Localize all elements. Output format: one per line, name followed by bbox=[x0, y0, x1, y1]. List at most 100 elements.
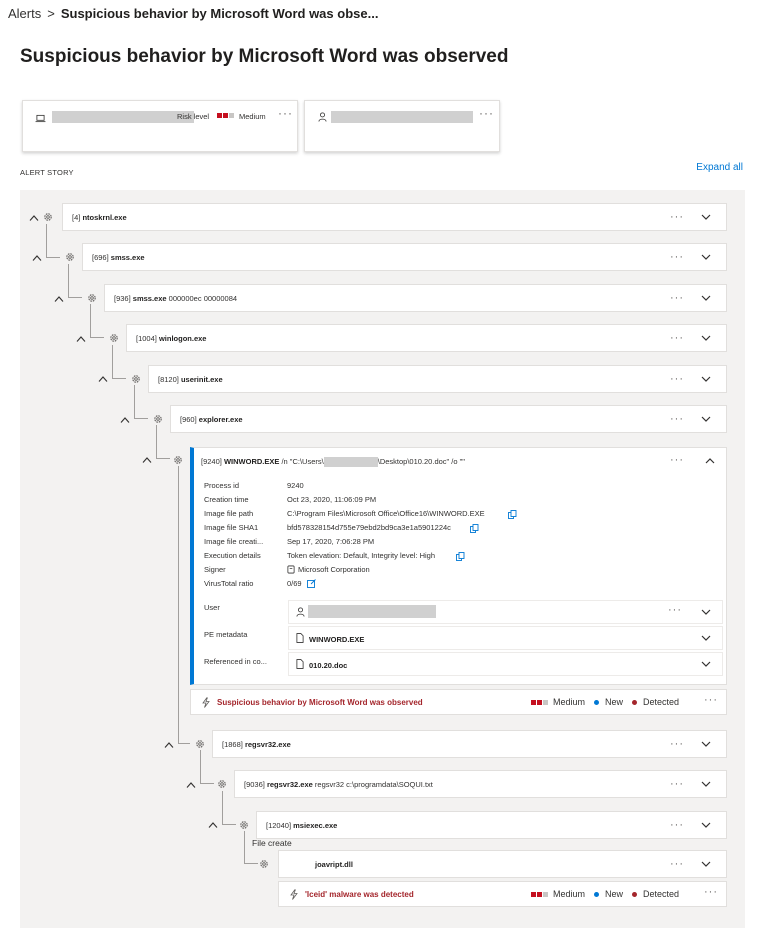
chevron-down-icon[interactable] bbox=[700, 413, 712, 425]
process-gear-icon bbox=[153, 414, 163, 424]
user-card[interactable]: ··· bbox=[304, 100, 500, 152]
chevron-down-icon[interactable] bbox=[700, 211, 712, 223]
chevron-up-icon[interactable] bbox=[704, 455, 716, 467]
process-title: [936] smss.exe 000000ec 00000084 bbox=[114, 294, 238, 303]
process-gear-icon bbox=[131, 374, 141, 384]
copy-icon[interactable] bbox=[470, 524, 479, 533]
process-gear-icon bbox=[65, 252, 75, 262]
collapse-icon[interactable] bbox=[29, 214, 39, 222]
chevron-down-icon[interactable] bbox=[700, 738, 712, 750]
process-node-regsvr32-child[interactable]: [9036] regsvr32.exe regsvr32 c:\programd… bbox=[234, 770, 727, 798]
collapse-icon[interactable] bbox=[120, 416, 130, 424]
chevron-down-icon[interactable] bbox=[700, 332, 712, 344]
process-node-msiexec[interactable]: [12040] msiexec.exe ··· bbox=[256, 811, 727, 839]
chevron-down-icon[interactable] bbox=[700, 292, 712, 304]
collapse-icon[interactable] bbox=[76, 335, 86, 343]
detail-value: Token elevation: Default, Integrity leve… bbox=[287, 551, 435, 560]
alert-row[interactable]: 'Iceid' malware was detected Medium New … bbox=[278, 881, 727, 907]
process-gear-icon bbox=[217, 779, 227, 789]
device-more-button[interactable]: ··· bbox=[278, 106, 293, 120]
chevron-down-icon[interactable] bbox=[700, 658, 712, 670]
detection-value: Detected bbox=[643, 697, 680, 707]
copy-icon[interactable] bbox=[456, 552, 465, 561]
detail-key: Image file creati... bbox=[204, 537, 264, 546]
chevron-down-icon[interactable] bbox=[700, 858, 712, 870]
chevron-down-icon[interactable] bbox=[700, 778, 712, 790]
chevron-down-icon[interactable] bbox=[700, 606, 712, 618]
collapse-icon[interactable] bbox=[54, 295, 64, 303]
external-link-icon[interactable] bbox=[307, 579, 316, 588]
chevron-down-icon[interactable] bbox=[700, 373, 712, 385]
user-label: User bbox=[204, 603, 220, 612]
risk-level-label: Risk level bbox=[177, 112, 210, 121]
process-node-smss[interactable]: [696] smss.exe ··· bbox=[82, 243, 727, 271]
detail-key: Image file path bbox=[204, 509, 254, 518]
severity-value: Medium bbox=[553, 889, 586, 899]
status-value: New bbox=[605, 889, 624, 899]
process-node-regsvr32[interactable]: [1868] regsvr32.exe ··· bbox=[212, 730, 727, 758]
breadcrumb-current: Suspicious behavior by Microsoft Word wa… bbox=[60, 6, 379, 21]
process-more-button[interactable]: ··· bbox=[670, 373, 684, 385]
process-node-winword-expanded[interactable]: [9240] WINWORD.EXE /n "C:\Users\ \Desktop… bbox=[190, 447, 727, 685]
breadcrumb-separator: > bbox=[47, 6, 55, 21]
process-node-explorer[interactable]: [960] explorer.exe ··· bbox=[170, 405, 727, 433]
breadcrumb-alerts-link[interactable]: Alerts bbox=[8, 6, 41, 21]
pe-metadata-value: WINWORD.EXE bbox=[309, 635, 365, 644]
process-more-button[interactable]: ··· bbox=[670, 738, 684, 750]
detail-value: Sep 17, 2020, 7:06:28 PM bbox=[287, 537, 375, 546]
process-title: [9240] WINWORD.EXE /n "C:\Users\ \Desktop… bbox=[201, 457, 465, 468]
process-node-smss-child[interactable]: [936] smss.exe 000000ec 00000084 ··· bbox=[104, 284, 727, 312]
alert-bolt-icon bbox=[201, 697, 211, 708]
process-node-userinit[interactable]: [8120] userinit.exe ··· bbox=[148, 365, 727, 393]
chevron-down-icon[interactable] bbox=[700, 819, 712, 831]
chevron-down-icon[interactable] bbox=[700, 251, 712, 263]
alert-more-button[interactable]: ··· bbox=[704, 886, 718, 898]
device-card[interactable]: Risk level Medium ··· bbox=[22, 100, 298, 152]
alert-more-button[interactable]: ··· bbox=[704, 694, 718, 706]
copy-icon[interactable] bbox=[508, 510, 517, 519]
process-more-button[interactable]: ··· bbox=[670, 332, 684, 344]
process-title: [4] ntoskrnl.exe bbox=[72, 213, 127, 222]
user-more-button[interactable]: ··· bbox=[668, 604, 682, 616]
referenced-sub-card[interactable]: 010.20.doc bbox=[288, 652, 723, 676]
detail-value: Microsoft Corporation bbox=[298, 565, 370, 574]
collapse-icon[interactable] bbox=[142, 456, 152, 464]
tree-connector bbox=[68, 264, 82, 298]
file-more-button[interactable]: ··· bbox=[670, 858, 684, 870]
redacted-user-name bbox=[331, 111, 473, 123]
process-more-button[interactable]: ··· bbox=[670, 454, 684, 466]
collapse-icon[interactable] bbox=[32, 254, 42, 262]
process-more-button[interactable]: ··· bbox=[670, 211, 684, 223]
process-gear-icon bbox=[173, 455, 183, 465]
process-more-button[interactable]: ··· bbox=[670, 778, 684, 790]
collapse-icon[interactable] bbox=[98, 375, 108, 383]
collapse-icon[interactable] bbox=[208, 821, 218, 829]
file-node-dll[interactable]: joavript.dll ··· bbox=[278, 850, 727, 878]
process-gear-icon bbox=[239, 820, 249, 830]
document-icon bbox=[296, 633, 304, 643]
detail-value: Oct 23, 2020, 11:06:09 PM bbox=[287, 495, 377, 504]
process-more-button[interactable]: ··· bbox=[670, 292, 684, 304]
collapse-icon[interactable] bbox=[164, 741, 174, 749]
process-more-button[interactable]: ··· bbox=[670, 413, 684, 425]
alert-story-label: ALERT STORY bbox=[20, 168, 74, 177]
detail-key: Image file SHA1 bbox=[204, 523, 259, 532]
collapse-icon[interactable] bbox=[186, 781, 196, 789]
detection-dot bbox=[632, 699, 638, 705]
chevron-down-icon[interactable] bbox=[700, 632, 712, 644]
detail-key: Execution details bbox=[204, 551, 261, 560]
redacted-device-name bbox=[52, 111, 194, 123]
user-sub-card[interactable]: ··· bbox=[288, 600, 723, 624]
process-more-button[interactable]: ··· bbox=[670, 819, 684, 831]
process-node-winlogon[interactable]: [1004] winlogon.exe ··· bbox=[126, 324, 727, 352]
process-node-ntoskrnl[interactable]: [4] ntoskrnl.exe ··· bbox=[62, 203, 727, 231]
alert-row[interactable]: Suspicious behavior by Microsoft Word wa… bbox=[190, 689, 727, 715]
expand-all-link[interactable]: Expand all bbox=[696, 162, 743, 173]
process-more-button[interactable]: ··· bbox=[670, 251, 684, 263]
detail-value: C:\Program Files\Microsoft Office\Office… bbox=[287, 509, 485, 518]
redacted-username bbox=[323, 457, 378, 468]
tree-connector bbox=[156, 425, 170, 459]
user-more-button[interactable]: ··· bbox=[479, 106, 494, 120]
pe-metadata-sub-card[interactable]: WINWORD.EXE bbox=[288, 626, 723, 650]
document-icon bbox=[296, 659, 304, 669]
